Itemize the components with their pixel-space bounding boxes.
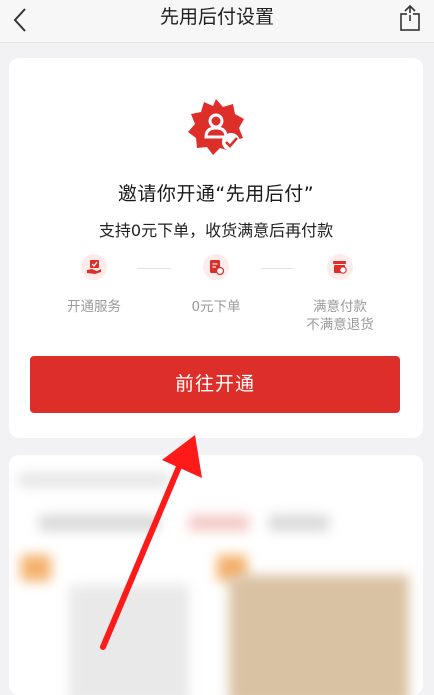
step-label: 0元下单 — [191, 299, 241, 315]
blurred-placeholder — [189, 515, 249, 531]
blurred-placeholder — [19, 473, 169, 487]
step-connector — [261, 268, 293, 269]
pay-later-invite-card: 邀请你开通“先用后付” 支持0元下单，收货满意后再付款 开通服务 0元下单 满意… — [9, 58, 423, 438]
step-label-line: 满意付款 — [313, 299, 367, 315]
step-pay-or-return — [327, 254, 353, 280]
wallet-yuan-icon — [333, 261, 347, 274]
blurred-placeholder — [69, 585, 189, 695]
step-connector — [137, 268, 171, 269]
share-icon — [400, 4, 420, 31]
document-yuan-icon — [210, 260, 224, 275]
step-label: 开通服务 — [67, 299, 121, 315]
go-activate-button[interactable]: 前往开通 — [30, 356, 400, 413]
invite-subline: 支持0元下单，收货满意后再付款 — [98, 221, 334, 240]
blurred-placeholder — [229, 575, 409, 695]
blurred-placeholder — [21, 555, 51, 581]
blurred-content-card — [9, 455, 423, 695]
invite-headline: 邀请你开通“先用后付” — [117, 183, 315, 205]
share-button[interactable] — [396, 2, 424, 34]
step-label: 满意付款 不满意退货 — [275, 298, 405, 334]
blurred-placeholder — [269, 515, 329, 531]
blurred-placeholder — [39, 515, 159, 531]
top-nav-bar: 先用后付设置 — [0, 0, 434, 43]
step-zero-order — [203, 254, 229, 280]
page-title: 先用后付设置 — [159, 6, 274, 28]
step-open-service — [81, 254, 107, 280]
hand-check-icon — [87, 260, 101, 274]
step-label-line: 不满意退货 — [306, 317, 374, 333]
user-verified-badge-icon — [188, 99, 244, 155]
